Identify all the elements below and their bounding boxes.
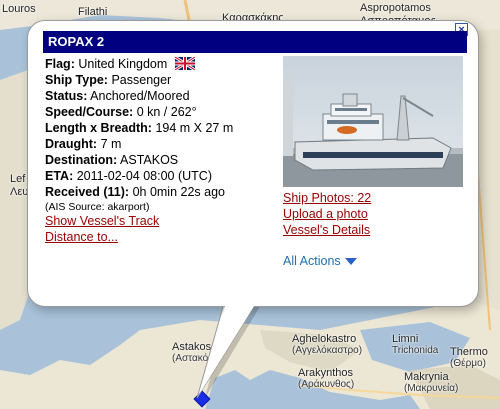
ship-photo[interactable] [283,56,463,187]
vessel-details: Flag: United Kingdom Ship Type: Passenge… [45,56,285,214]
destination-label: Destination: [45,153,118,167]
vessel-details-link[interactable]: Vessel's Details [283,223,370,237]
draught-label: Draught: [45,137,98,151]
eta-row: ETA: 2011-02-04 08:00 (UTC) [45,168,285,184]
flag-label: Flag: [45,57,75,71]
triangle-down-icon [344,258,357,266]
uk-flag-icon [174,57,195,70]
received-value: 0h 0min 22s ago [132,185,225,199]
draught-row: Draught: 7 m [45,136,285,152]
eta-value: 2011-02-04 08:00 (UTC) [76,169,212,183]
ship-name-title: ROPAX 2 [43,31,467,53]
ship-type-value: Passenger [111,73,172,87]
flag-row: Flag: United Kingdom [45,56,285,72]
upload-photo-link[interactable]: Upload a photo [283,207,368,221]
flag-value: United Kingdom [78,57,168,71]
received-label: Received (11): [45,185,130,199]
ship-photo-image [283,56,463,187]
ship-type-row: Ship Type: Passenger [45,72,285,88]
show-vessel-track-link[interactable]: Show Vessel's Track [45,214,159,228]
ship-type-label: Ship Type: [45,73,108,87]
status-value: Anchored/Moored [90,89,190,103]
destination-row: Destination: ASTAKOS [45,152,285,168]
eta-label: ETA: [45,169,74,183]
status-label: Status: [45,89,88,103]
destination-value: ASTAKOS [120,153,179,167]
draught-value: 7 m [100,137,122,151]
all-actions-label: All Actions [283,254,341,268]
vessel-actions-left: Show Vessel's Track Distance to... [45,213,159,245]
status-row: Status: Anchored/Moored [45,88,285,104]
speed-value: 0 kn / 262° [136,105,197,119]
ais-source: (AIS Source: akarport) [45,201,150,213]
vessel-actions-right: Ship Photos: 22 Upload a photo Vessel's … [283,190,371,238]
ship-photos-link[interactable]: Ship Photos: 22 [283,191,371,205]
length-breadth-row: Length x Breadth: 194 m X 27 m [45,120,285,136]
all-actions-dropdown[interactable]: All Actions [283,254,357,268]
received-row: Received (11): 0h 0min 22s ago [45,184,285,200]
length-label: Length x Breadth: [45,121,152,135]
speed-course-row: Speed/Course: 0 kn / 262° [45,104,285,120]
distance-to-link[interactable]: Distance to... [45,230,118,244]
speed-label: Speed/Course: [45,105,134,119]
length-value: 194 m X 27 m [155,121,234,135]
